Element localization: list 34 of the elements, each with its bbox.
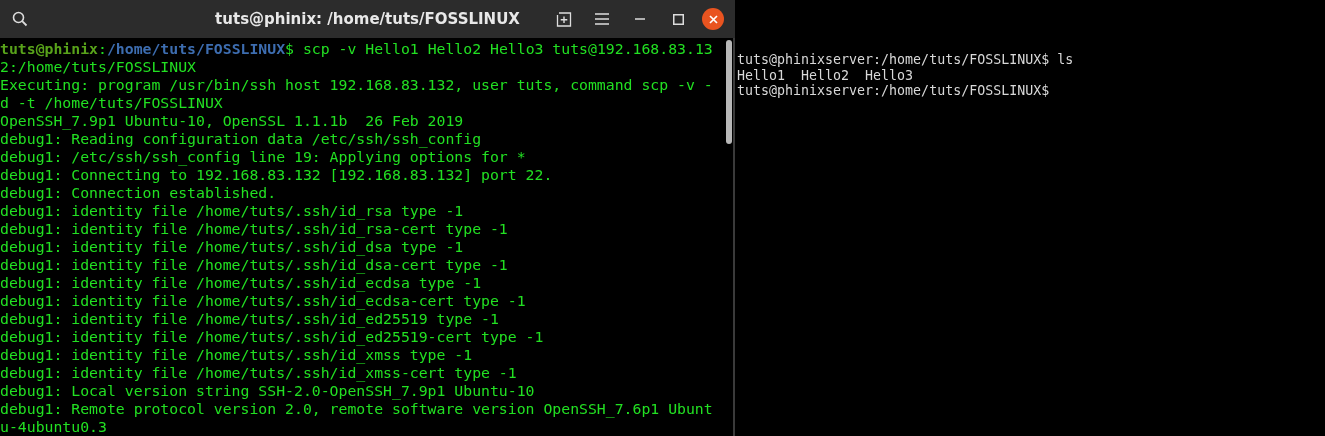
- output-line: debug1: identity file /home/tuts/.ssh/id_xmss-cert type -1: [0, 364, 517, 382]
- output-line: 2:/home/tuts/FOSSLINUX: [0, 58, 196, 76]
- output-line: debug1: identity file /home/tuts/.ssh/id_dsa type -1: [0, 238, 464, 256]
- output-line: debug1: Connection established.: [0, 184, 277, 202]
- output-line: debug1: /etc/ssh/ssh_config line 19: Applying options for *: [0, 148, 526, 166]
- output-line: Executing: program /usr/bin/ssh host 192.168.83.132, user tuts, command scp -v -: [0, 76, 713, 94]
- window-title: tuts@phinix: /home/tuts/FOSSLINUX: [215, 10, 520, 28]
- output-line: debug1: Connecting to 192.168.83.132 [192.168.83.132] port 22.: [0, 166, 553, 184]
- minimize-icon: [635, 18, 645, 20]
- output-line: debug1: identity file /home/tuts/.ssh/id_xmss type -1: [0, 346, 473, 364]
- output-line: debug1: identity file /home/tuts/.ssh/id_ecdsa type -1: [0, 274, 482, 292]
- scrollbar-thumb[interactable]: [726, 40, 732, 144]
- close-icon: [708, 14, 718, 24]
- output-line: debug1: Reading configuration data /etc/ssh/ssh_config: [0, 130, 482, 148]
- console-line: tuts@phinixserver:/home/tuts/FOSSLINUX$: [737, 83, 1050, 100]
- output-line: debug1: Local version string SSH-2.0-OpenSSH_7.9p1 Ubuntu-10: [0, 382, 535, 400]
- output-line: debug1: identity file /home/tuts/.ssh/id_ed25519 type -1: [0, 310, 499, 328]
- new-tab-icon: [556, 11, 572, 27]
- output-line: u-4ubuntu0.3: [0, 418, 107, 436]
- search-icon: [12, 11, 28, 27]
- output-line: debug1: identity file /home/tuts/.ssh/id_ecdsa-cert type -1: [0, 292, 526, 310]
- output-line: debug1: identity file /home/tuts/.ssh/id_dsa-cert type -1: [0, 256, 508, 274]
- output-line: debug1: Remote protocol version 2.0, remote software version OpenSSH_7.6p1 Ubunt: [0, 400, 713, 418]
- prompt-line: tuts@phinix:/home/tuts/FOSSLINUX$ scp -v Hello1 Hello2 Hello3 tuts@192.168.83.13: [0, 40, 713, 58]
- output-line: OpenSSH_7.9p1 Ubuntu-10, OpenSSL 1.1.1b 26 Feb 2019: [0, 112, 464, 130]
- maximize-icon: [672, 13, 684, 25]
- menu-icon: [595, 13, 609, 25]
- output-line: debug1: identity file /home/tuts/.ssh/id_rsa type -1: [0, 202, 464, 220]
- output-line: d -t /home/tuts/FOSSLINUX: [0, 94, 223, 112]
- output-line: debug1: identity file /home/tuts/.ssh/id_rsa-cert type -1: [0, 220, 508, 238]
- close-button[interactable]: [702, 8, 724, 30]
- console-line: tuts@phinixserver:/home/tuts/FOSSLINUX$ ls: [737, 52, 1074, 68]
- console-line: Hello1 Hello2 Hello3: [737, 67, 914, 84]
- output-line: debug1: identity file /home/tuts/.ssh/id_ed25519-cert type -1: [0, 328, 544, 346]
